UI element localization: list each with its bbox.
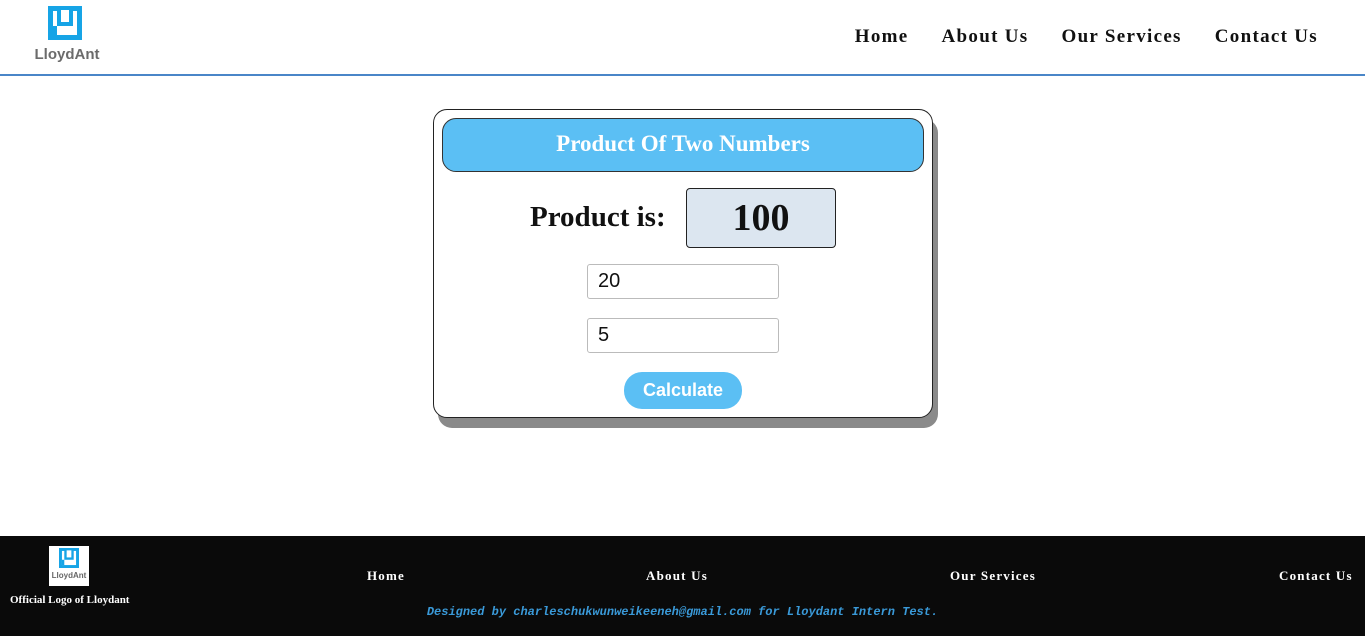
lloydant-logo[interactable]: LloydAnt: [30, 4, 104, 64]
card-title: Product Of Two Numbers: [442, 118, 924, 172]
main-nav: Home About Us Our Services Contact Us: [855, 26, 1318, 48]
product-calculator-card: Product Of Two Numbers Product is: 100 C…: [433, 109, 933, 418]
site-header: LloydAnt Home About Us Our Services Cont…: [0, 0, 1365, 76]
calculate-button[interactable]: Calculate: [624, 372, 742, 409]
site-footer: LloydAnt Official Logo of Lloydant Home …: [0, 536, 1365, 636]
nav-about-us[interactable]: About Us: [942, 26, 1029, 48]
footer-link-about-us[interactable]: About Us: [646, 568, 708, 584]
second-number-input[interactable]: [587, 318, 779, 353]
footer-link-our-services[interactable]: Our Services: [950, 568, 1036, 584]
nav-our-services[interactable]: Our Services: [1061, 26, 1181, 48]
product-label: Product is:: [530, 201, 666, 233]
footer-logo-text: LloydAnt: [51, 571, 87, 580]
nav-contact-us[interactable]: Contact Us: [1215, 26, 1318, 48]
first-number-input[interactable]: [587, 264, 779, 299]
footer-logo: LloydAnt: [49, 546, 89, 586]
lloydant-logo-icon: [59, 548, 79, 568]
product-result: 100: [686, 188, 836, 248]
footer-link-contact-us[interactable]: Contact Us: [1279, 568, 1353, 584]
logo-text: LloydAnt: [34, 46, 100, 63]
nav-home[interactable]: Home: [855, 26, 909, 48]
footer-credit: Designed by charleschukwunweikeeneh@gmai…: [426, 605, 939, 619]
footer-link-home[interactable]: Home: [367, 568, 405, 584]
lloydant-logo-icon: [48, 6, 82, 40]
